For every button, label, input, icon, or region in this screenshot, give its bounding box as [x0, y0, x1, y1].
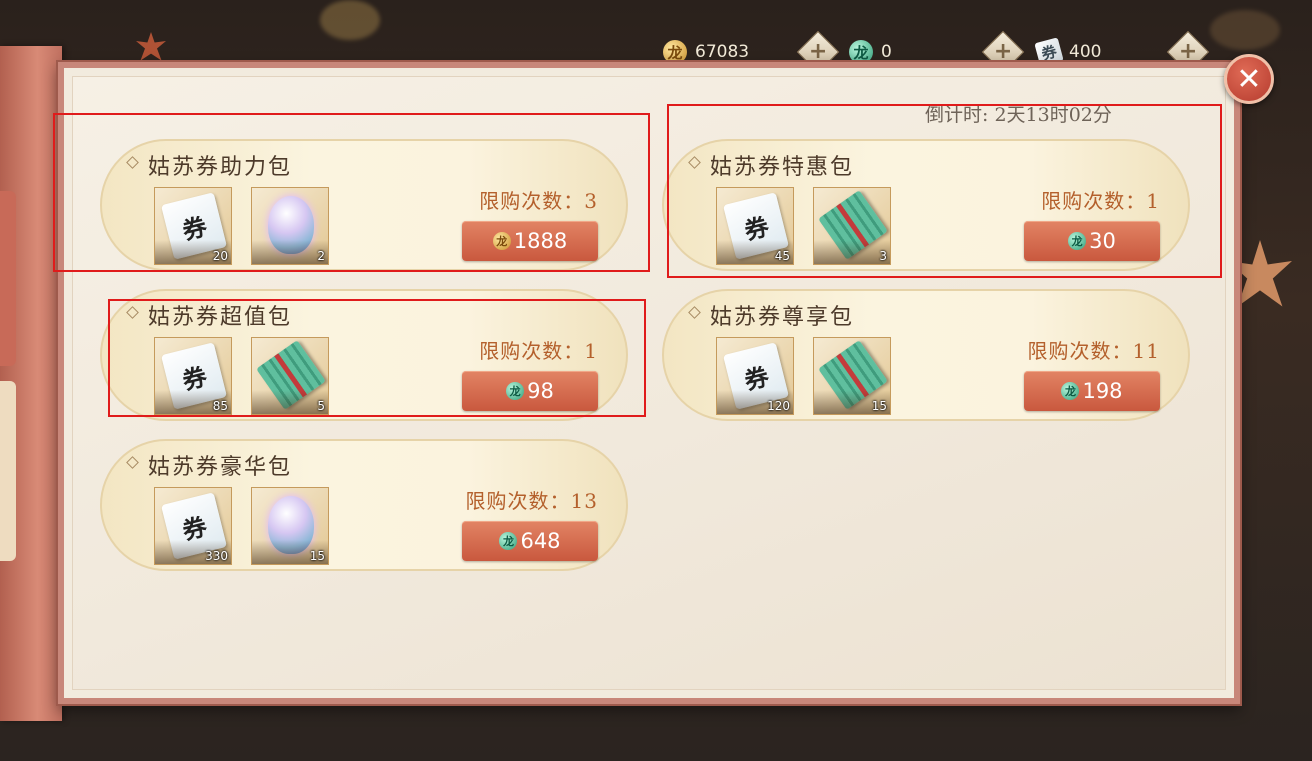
- pack-card: 姑苏券超值包券 85 5 限购次数：1 龙 98: [100, 289, 628, 421]
- item-count: 15: [309, 549, 325, 563]
- close-icon: ✕: [1236, 61, 1262, 97]
- diamond-bullet-icon: [688, 306, 701, 319]
- plus-icon: +: [993, 39, 1013, 64]
- item-count: 330: [205, 549, 228, 563]
- buy-price: 30: [1089, 229, 1116, 253]
- reward-item[interactable]: 15: [251, 487, 329, 565]
- pack-card: 姑苏券助力包券 20 2 限购次数：3 龙 1888: [100, 139, 628, 271]
- buy-price: 198: [1082, 379, 1123, 403]
- item-count: 120: [767, 399, 790, 413]
- buy-button[interactable]: 龙 648: [462, 521, 598, 561]
- jade-dragon-coin-icon: 龙: [1068, 232, 1087, 250]
- reward-item[interactable]: 5: [251, 337, 329, 415]
- item-count: 20: [212, 249, 228, 263]
- purchase-limit: 限购次数：11: [1027, 339, 1160, 363]
- diamond-bullet-icon: [126, 456, 139, 469]
- side-tab-1[interactable]: [0, 191, 16, 366]
- buy-price: 1888: [513, 229, 568, 253]
- reward-item[interactable]: 券 330: [154, 487, 232, 565]
- plus-icon: +: [1178, 39, 1198, 64]
- reward-item[interactable]: 券 20: [154, 187, 232, 265]
- purchase-limit: 限购次数：1: [1041, 189, 1160, 213]
- item-count: 15: [871, 399, 887, 413]
- reward-item[interactable]: 券 85: [154, 337, 232, 415]
- diamond-bullet-icon: [688, 156, 701, 169]
- item-count: 2: [317, 249, 325, 263]
- jade-dragon-coin-icon: 龙: [1061, 382, 1080, 400]
- pack-card: 姑苏券特惠包券 45 3 限购次数：1 龙 30: [662, 139, 1190, 271]
- pack-title: 姑苏券豪华包: [148, 455, 293, 480]
- reward-item[interactable]: 15: [813, 337, 891, 415]
- buy-price: 98: [527, 379, 554, 403]
- plus-icon: +: [808, 39, 828, 64]
- maple-leaf-decoration: [136, 32, 166, 61]
- purchase-limit: 限购次数：1: [479, 339, 598, 363]
- jade-dragon-coin-icon: 龙: [499, 532, 518, 550]
- purchase-limit: 限购次数：3: [479, 189, 598, 213]
- reward-item[interactable]: 券 45: [716, 187, 794, 265]
- background-light: [1210, 10, 1280, 50]
- diamond-bullet-icon: [126, 156, 139, 169]
- diamond-bullet-icon: [126, 306, 139, 319]
- reward-item[interactable]: 券 120: [716, 337, 794, 415]
- pack-title: 姑苏券超值包: [148, 305, 293, 330]
- jade-dragon-coin-icon: 龙: [506, 382, 525, 400]
- jade-dragon-coin-icon: 龙: [849, 40, 873, 64]
- pack-card: 姑苏券尊享包券 120 15 限购次数：11 龙 198: [662, 289, 1190, 421]
- pack-title: 姑苏券助力包: [148, 155, 293, 180]
- item-count: 3: [879, 249, 887, 263]
- buy-button[interactable]: 龙 30: [1024, 221, 1160, 261]
- pack-title: 姑苏券特惠包: [710, 155, 855, 180]
- reward-item[interactable]: 3: [813, 187, 891, 265]
- purchase-limit: 限购次数：13: [465, 489, 598, 513]
- gold-dragon-coin-icon: 龙: [663, 40, 687, 64]
- countdown-timer: 倒计时: 2天13时02分: [925, 104, 1112, 126]
- currency-ticket-value: 400: [1069, 42, 1102, 62]
- buy-button[interactable]: 龙 198: [1024, 371, 1160, 411]
- side-tab-2[interactable]: [0, 381, 16, 561]
- background-light: [320, 0, 380, 40]
- item-count: 45: [774, 249, 790, 263]
- gold-dragon-coin-icon: 龙: [492, 232, 511, 250]
- currency-jade-value: 0: [881, 42, 892, 62]
- buy-button[interactable]: 龙 1888: [462, 221, 598, 261]
- buy-button[interactable]: 龙 98: [462, 371, 598, 411]
- reward-item[interactable]: 2: [251, 187, 329, 265]
- pack-title: 姑苏券尊享包: [710, 305, 855, 330]
- buy-price: 648: [520, 529, 561, 553]
- currency-gold-value: 67083: [695, 42, 750, 62]
- close-button[interactable]: ✕: [1224, 54, 1274, 104]
- item-count: 5: [317, 399, 325, 413]
- pack-card: 姑苏券豪华包券 330 15 限购次数：13 龙 648: [100, 439, 628, 571]
- side-tab-strip: [0, 46, 62, 721]
- item-count: 85: [212, 399, 228, 413]
